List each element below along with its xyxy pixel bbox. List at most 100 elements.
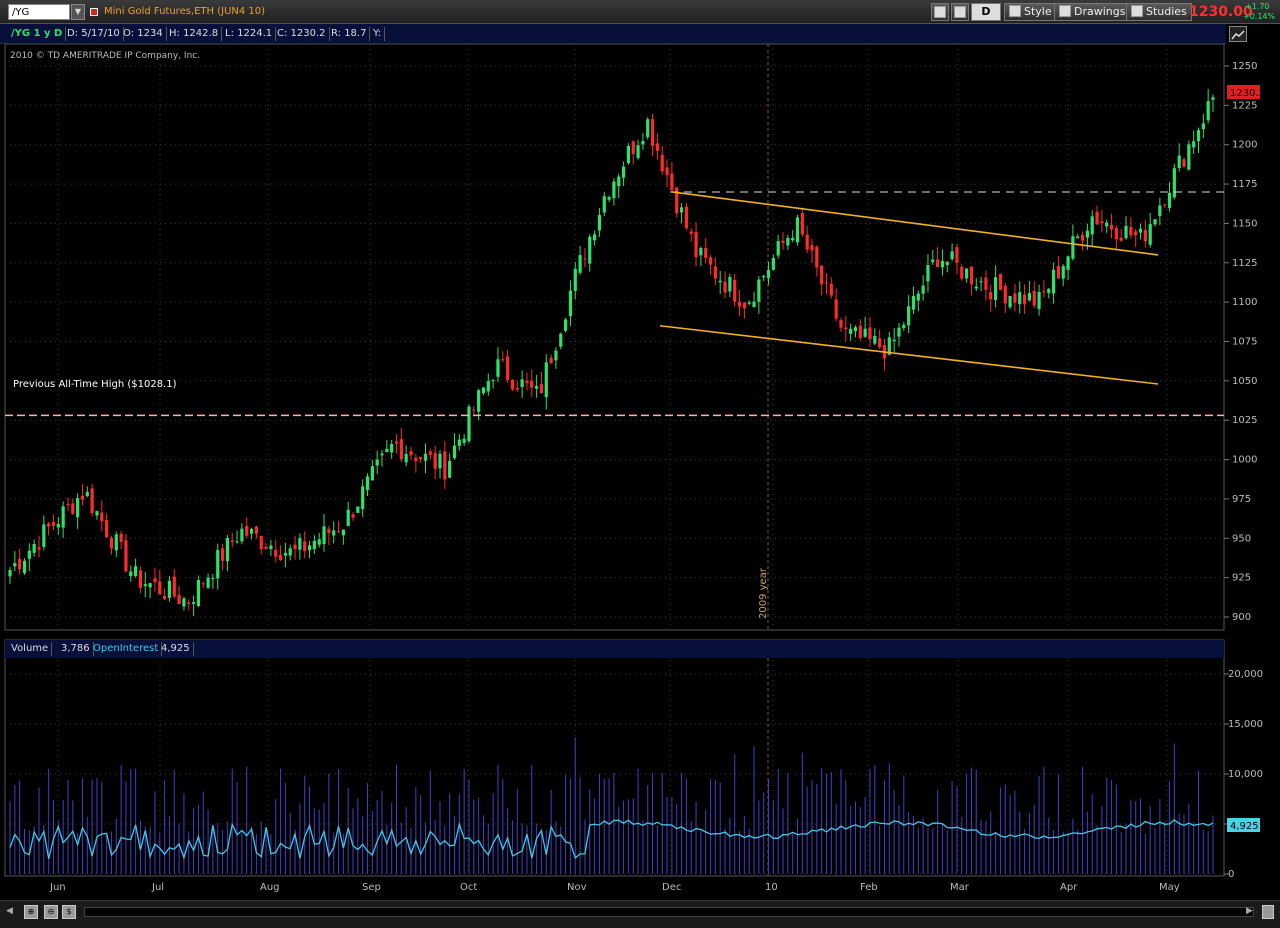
drawings-button[interactable]: Drawings [1054,3,1131,21]
volume-label[interactable]: Volume [8,642,53,656]
candle-body [134,566,138,577]
candle-body [834,299,838,319]
candle-body [921,285,925,294]
candle-body [1114,228,1118,240]
bar-high: H: 1242.8 [166,27,223,41]
candle-body [414,457,418,462]
candle-body [153,578,157,583]
candle-body [602,196,606,213]
price-scale-button[interactable]: $ [62,905,76,919]
candle-body [781,240,785,243]
chart-settings-icon[interactable] [1229,26,1247,42]
candle-body [554,350,558,361]
expand-button[interactable] [1262,905,1274,919]
candle-body [955,247,959,263]
candle-body [568,290,573,317]
oi-tag-text: 4,925 [1230,821,1259,832]
candle-body [1076,236,1080,239]
time-tick-label: Feb [860,882,878,893]
candle-body [1066,256,1070,270]
top-toolbar: ▼ Mini Gold Futures,ETH (JUN4 10) D Styl… [0,0,1280,24]
volume-value: 3,786 [58,642,94,656]
candle-body [737,301,742,307]
symbol-dropdown-button[interactable]: ▼ [71,4,85,20]
candle-body [1056,266,1060,279]
volume-chart[interactable]: 20,00015,00010,0005,0000 JunJulAugSepOct… [0,638,1280,900]
bar-y: Y: [370,27,386,41]
candle-body [95,511,99,516]
candle-body [965,268,969,279]
candle-body [897,327,901,337]
candle-body [1124,225,1128,239]
price-tick-label: 975 [1232,494,1251,505]
candle-body [757,279,761,302]
candle-body [177,594,181,605]
candle-body [438,453,442,469]
open-interest-label[interactable]: OpenInterest [90,642,163,656]
candle-body [220,548,225,561]
candle-body [646,119,650,138]
price-info-bar: /YG 1 y D D: 5/17/10 O: 1234 H: 1242.8 L… [0,24,1226,44]
symbol-period[interactable]: /YG 1 y D [8,27,67,41]
candle-body [911,295,916,310]
style-button[interactable]: Style [1004,3,1057,21]
candle-body [1177,155,1181,168]
bar-low: L: 1224.1 [222,27,277,41]
candle-body [945,261,949,266]
candle-body [931,259,935,263]
candle-body [1163,204,1167,206]
candle-body [940,261,945,268]
candle-body [283,552,287,556]
zoom-out-button[interactable]: ⊖ [44,905,58,919]
price-tick-label: 1150 [1232,218,1257,229]
candle-body [1061,266,1065,279]
link-color-icon[interactable] [90,8,98,16]
candle-body [592,234,597,241]
candle-body [559,333,563,347]
price-tick-label: 950 [1232,533,1251,544]
candle-body [206,577,210,588]
studies-button[interactable]: Studies [1126,3,1192,21]
copyright-text: 2010 © TD AMERITRADE IP Company, Inc. [10,51,200,61]
candle-body [361,486,365,510]
bar-close: C: 1230.2 [274,27,330,41]
scroll-right-icon[interactable]: ▶ [1246,906,1256,918]
candle-body [336,531,341,533]
studies-icon [1131,5,1143,17]
candle-body [815,246,819,268]
candle-body [80,495,85,500]
symbol-input[interactable] [8,4,70,20]
aggregation-button[interactable]: D [971,3,1001,21]
volume-tick-label: 20,000 [1228,669,1263,680]
zoom-tool-button[interactable] [951,3,969,21]
candle-body [752,301,756,307]
candle-body [472,409,476,411]
candle-body [950,251,954,260]
candle-body [293,544,297,549]
horizontal-scrollbar[interactable] [84,907,1254,917]
candle-body [747,302,751,304]
candle-body [269,545,273,550]
candle-body [660,154,664,172]
open-interest-value: 4,925 [158,642,194,656]
price-tick-label: 1025 [1232,415,1257,426]
candle-body [733,280,737,302]
price-tick-label: 1050 [1232,376,1257,387]
candle-body [47,523,51,527]
zoom-in-button[interactable]: ⊕ [24,905,38,919]
chart-style-icon [1009,5,1021,17]
candle-body [196,579,201,606]
candle-body [100,512,104,522]
candle-body [124,540,128,572]
candle-body [496,359,500,377]
candle-body [191,602,196,604]
crosshair-tool-button[interactable] [931,3,949,21]
price-chart[interactable]: 1250 1225 1200 1175 1150 1125 1100 1075 1050 1025… [0,44,1280,634]
candle-body [892,339,896,342]
candle-body [76,498,80,518]
candle-body [578,255,582,273]
time-tick-label: Jul [151,882,164,893]
scroll-left-end-icon[interactable]: ◀ [6,906,16,918]
candle-body [1148,224,1152,245]
candle-body [525,380,529,384]
